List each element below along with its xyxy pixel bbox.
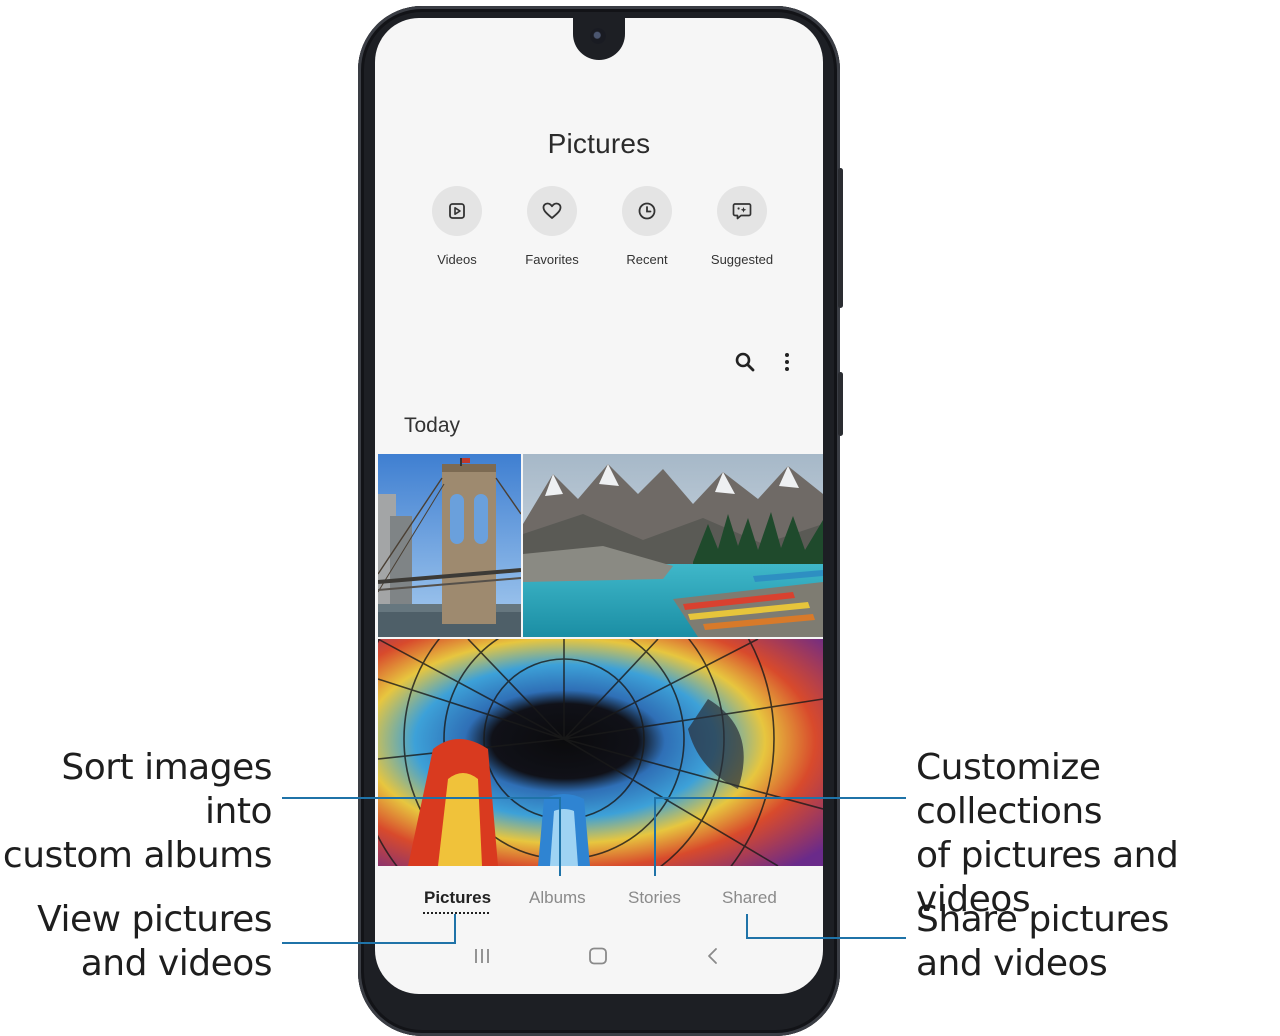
leader-line-shared bbox=[746, 937, 906, 939]
callout-albums: Sort images into custom albums bbox=[0, 746, 273, 878]
leader-line-pictures bbox=[282, 942, 456, 944]
recent-apps-icon[interactable] bbox=[473, 948, 491, 969]
clock-icon bbox=[622, 186, 672, 236]
play-square-icon bbox=[432, 186, 482, 236]
callout-albums-line2: custom albums bbox=[2, 835, 273, 876]
callout-pictures: View pictures and videos bbox=[0, 898, 272, 986]
back-icon[interactable] bbox=[706, 947, 720, 970]
sparkle-chat-icon bbox=[717, 186, 767, 236]
photo-thumbnail-stained-glass-dome[interactable] bbox=[378, 639, 823, 866]
quick-action-favorites[interactable]: Favorites bbox=[507, 186, 597, 267]
callout-pictures-line2: and videos bbox=[80, 943, 273, 984]
quick-action-recent[interactable]: Recent bbox=[602, 186, 692, 267]
volume-button bbox=[838, 168, 843, 308]
callout-shared: Share pictures and videos bbox=[916, 898, 1276, 986]
quick-action-label: Videos bbox=[437, 252, 477, 267]
callout-shared-line1: Share pictures bbox=[916, 899, 1169, 940]
quick-action-label: Favorites bbox=[525, 252, 579, 267]
page-title: Pictures bbox=[547, 128, 651, 159]
leader-line-stories bbox=[654, 797, 656, 876]
tab-shared[interactable]: Shared bbox=[722, 888, 777, 908]
active-tab-indicator bbox=[423, 912, 489, 914]
callout-shared-line2: and videos bbox=[916, 943, 1108, 984]
heart-icon bbox=[527, 186, 577, 236]
tab-stories[interactable]: Stories bbox=[628, 888, 681, 908]
quick-action-suggested[interactable]: Suggested bbox=[697, 186, 787, 267]
section-title-today: Today bbox=[404, 414, 461, 437]
photo-thumbnail-mountain-lake[interactable] bbox=[523, 454, 823, 637]
system-navigation-bar bbox=[375, 934, 823, 978]
bottom-tab-bar: Pictures Albums Stories Shared bbox=[375, 888, 823, 924]
more-vertical-icon[interactable] bbox=[773, 348, 801, 376]
home-icon[interactable] bbox=[588, 947, 608, 970]
leader-line-albums bbox=[282, 797, 561, 799]
callout-albums-line1: Sort images into bbox=[61, 747, 272, 832]
leader-line-pictures bbox=[454, 914, 456, 944]
leader-line-stories bbox=[654, 797, 906, 799]
phone-screen: Pictures Videos Favorites Recent Suggest… bbox=[375, 18, 823, 994]
power-button bbox=[838, 372, 843, 436]
leader-line-shared bbox=[746, 914, 748, 939]
photo-thumbnail-bridge[interactable] bbox=[378, 454, 521, 637]
search-icon[interactable] bbox=[731, 348, 759, 376]
quick-action-label: Suggested bbox=[710, 252, 774, 267]
leader-line-albums bbox=[559, 797, 561, 876]
callout-stories-line1: Customize collections bbox=[916, 747, 1102, 832]
quick-action-videos[interactable]: Videos bbox=[412, 186, 502, 267]
camera-icon bbox=[590, 28, 606, 44]
callout-pictures-line1: View pictures bbox=[37, 899, 272, 940]
tab-pictures[interactable]: Pictures bbox=[424, 888, 491, 908]
callout-stories: Customize collections of pictures and vi… bbox=[916, 746, 1276, 922]
quick-action-label: Recent bbox=[626, 252, 668, 267]
tab-albums[interactable]: Albums bbox=[529, 888, 586, 908]
